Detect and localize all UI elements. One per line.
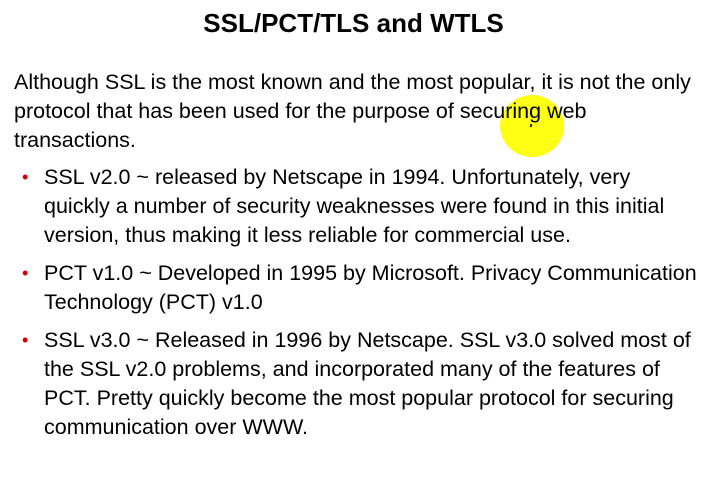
intro-paragraph: Although SSL is the most known and the m… bbox=[14, 70, 691, 152]
slide-title: SSL/PCT/TLS and WTLS bbox=[203, 8, 504, 38]
bullet-list: • SSL v2.0 ~ released by Netscape in 199… bbox=[0, 163, 707, 451]
bullet-item-pct-v1: • PCT v1.0 ~ Developed in 1995 by Micros… bbox=[0, 259, 699, 317]
slide: SSL/PCT/TLS and WTLS Although SSL is the… bbox=[0, 0, 707, 481]
bullet-icon: • bbox=[22, 330, 29, 350]
bullet-text: PCT v1.0 ~ Developed in 1995 by Microsof… bbox=[44, 261, 697, 314]
bullet-text: SSL v2.0 ~ released by Netscape in 1994.… bbox=[44, 165, 665, 247]
bullet-icon: • bbox=[22, 167, 29, 187]
bullet-item-ssl-v3: • SSL v3.0 ~ Released in 1996 by Netscap… bbox=[0, 326, 699, 442]
bullet-item-ssl-v2: • SSL v2.0 ~ released by Netscape in 199… bbox=[0, 163, 699, 250]
bullet-text: SSL v3.0 ~ Released in 1996 by Netscape.… bbox=[44, 328, 691, 439]
bullet-icon: • bbox=[22, 263, 29, 283]
